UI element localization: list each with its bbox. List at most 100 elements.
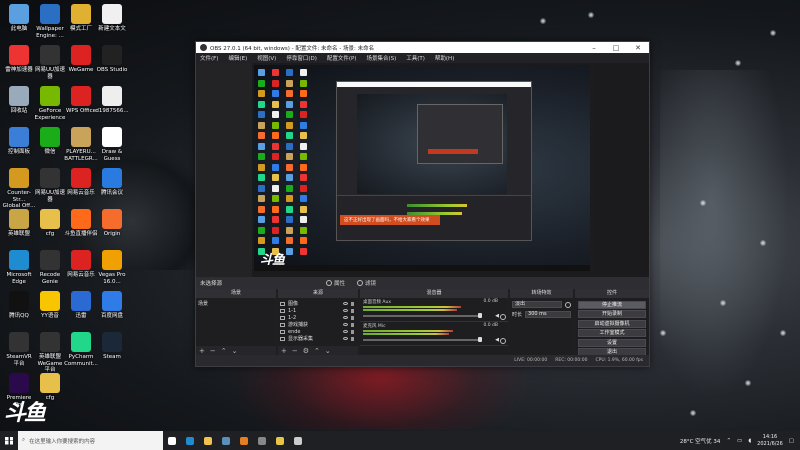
- volume-slider[interactable]: [363, 315, 478, 317]
- desktop-icon[interactable]: Steam: [95, 332, 129, 361]
- volume-slider-knob[interactable]: [478, 313, 482, 318]
- control-button[interactable]: 停止推流: [578, 300, 646, 309]
- minimize-button[interactable]: –: [583, 44, 605, 52]
- desktop-icon[interactable]: 网易云音乐: [64, 250, 98, 279]
- desktop-icon[interactable]: 英雄联盟WeGame 平台: [33, 332, 67, 374]
- control-button[interactable]: 工作室模式: [578, 329, 646, 337]
- remove-source-button[interactable]: −: [292, 347, 298, 355]
- visibility-eye-icon[interactable]: [343, 316, 348, 319]
- transition-select[interactable]: 淡出: [512, 301, 562, 308]
- control-button[interactable]: 启动虚拟摄像机: [578, 319, 646, 328]
- lock-icon[interactable]: [351, 308, 354, 313]
- desktop-icon[interactable]: 网易UU加速 器: [33, 168, 67, 203]
- lock-icon[interactable]: [351, 336, 354, 341]
- desktop-icon[interactable]: GeForce Experience: [33, 86, 67, 121]
- desktop-icon[interactable]: cfg: [33, 209, 67, 238]
- desktop-icon[interactable]: Counter-Str... Global Off...: [2, 168, 36, 210]
- desktop-icon[interactable]: 雷神加速器: [2, 45, 36, 74]
- speaker-icon[interactable]: ◀: [495, 313, 499, 319]
- lock-icon[interactable]: [351, 322, 354, 327]
- desktop-icon[interactable]: 模式工厂: [64, 4, 98, 33]
- desktop-icon[interactable]: 此电脑: [2, 4, 36, 33]
- desktop-icon[interactable]: Wallpaper Engine: ...: [33, 4, 67, 39]
- clock[interactable]: 14:16 2021/6/26: [757, 434, 783, 447]
- visibility-eye-icon[interactable]: [343, 302, 348, 305]
- menu-item[interactable]: 工具(T): [406, 54, 425, 62]
- desktop-icon[interactable]: 英雄联盟: [2, 209, 36, 238]
- control-button[interactable]: 设置: [578, 338, 646, 347]
- desktop-icon[interactable]: WeGame: [64, 45, 98, 74]
- taskbar-app-edge[interactable]: [181, 431, 199, 450]
- menu-item[interactable]: 文件(F): [200, 54, 218, 62]
- network-icon[interactable]: ▭: [737, 438, 742, 444]
- desktop-icon[interactable]: YY语音: [33, 291, 67, 320]
- desktop-icon[interactable]: Microsoft Edge: [2, 250, 36, 285]
- duration-input[interactable]: 300 ms: [525, 311, 571, 318]
- source-item[interactable]: 游戏捕获: [280, 321, 356, 328]
- obs-titlebar[interactable]: OBS 27.0.1 (64 bit, windows) - 配置文件: 未命名…: [196, 42, 649, 53]
- gear-icon[interactable]: [500, 314, 506, 320]
- move-down-button[interactable]: ⌄: [325, 347, 331, 355]
- close-button[interactable]: ✕: [627, 44, 649, 52]
- source-item[interactable]: 1-1: [280, 307, 356, 314]
- source-item[interactable]: 1-2: [280, 314, 356, 321]
- add-source-button[interactable]: +: [281, 347, 287, 355]
- menu-item[interactable]: 视图(V): [257, 54, 276, 62]
- desktop-icon[interactable]: WPS Office: [64, 86, 98, 115]
- visibility-eye-icon[interactable]: [343, 337, 348, 340]
- menu-item[interactable]: 配置文件(P): [327, 54, 357, 62]
- desktop-icon[interactable]: 腾讯QQ: [2, 291, 36, 320]
- lock-icon[interactable]: [351, 329, 354, 334]
- taskbar-app-obs[interactable]: [289, 431, 307, 450]
- volume-slider[interactable]: [363, 339, 478, 341]
- start-button[interactable]: [0, 431, 18, 450]
- weather-widget[interactable]: 28°C 空气优 34: [680, 437, 721, 445]
- desktop-icon[interactable]: SteamVR 平台: [2, 332, 36, 367]
- visibility-eye-icon[interactable]: [343, 330, 348, 333]
- visibility-eye-icon[interactable]: [343, 323, 348, 326]
- taskbar-app-app-orange[interactable]: [235, 431, 253, 450]
- gear-icon[interactable]: [565, 301, 571, 308]
- desktop-icon[interactable]: 百度网盘: [95, 291, 129, 320]
- desktop-icon[interactable]: PLAYERU... BATTLEGR...: [64, 127, 98, 162]
- move-up-button[interactable]: ⌃: [221, 347, 227, 355]
- move-down-button[interactable]: ⌄: [232, 347, 238, 355]
- volume-slider-knob[interactable]: [478, 337, 482, 342]
- tray-arrow-icon[interactable]: ⌃: [726, 438, 731, 444]
- taskbar-app-steam[interactable]: [217, 431, 235, 450]
- source-item[interactable]: 图像: [280, 300, 356, 307]
- desktop-icon[interactable]: d1987566...: [95, 86, 129, 115]
- taskbar-app-file-explorer[interactable]: [199, 431, 217, 450]
- desktop-icon[interactable]: 网易云音乐: [64, 168, 98, 197]
- desktop-icon[interactable]: 网易UU加速器: [33, 45, 67, 80]
- maximize-button[interactable]: □: [605, 44, 627, 52]
- desktop-icon[interactable]: Draw & Guess: [95, 127, 129, 162]
- menu-item[interactable]: 编辑(E): [228, 54, 247, 62]
- preview-scrollbar[interactable]: [590, 65, 594, 271]
- desktop-icon[interactable]: 微信: [33, 127, 67, 156]
- desktop-icon[interactable]: 腾讯会议: [95, 168, 129, 197]
- desktop-icon[interactable]: OBS Studio: [95, 45, 129, 74]
- desktop-icon[interactable]: PyCharm Communit...: [64, 332, 98, 367]
- menu-item[interactable]: 停靠窗口(D): [286, 54, 317, 62]
- desktop-icon[interactable]: Origin: [95, 209, 129, 238]
- move-up-button[interactable]: ⌃: [314, 347, 320, 355]
- control-button[interactable]: 开始录制: [578, 310, 646, 318]
- taskbar-app-app-grey[interactable]: [253, 431, 271, 450]
- speaker-icon[interactable]: ◀: [495, 337, 499, 343]
- taskbar-search[interactable]: ⌕ 在这里输入你要搜索的内容: [18, 431, 163, 450]
- gear-icon[interactable]: [500, 338, 506, 344]
- source-settings-icon[interactable]: ⚙: [303, 347, 309, 355]
- filters-button[interactable]: 滤镜: [357, 279, 376, 287]
- desktop-icon[interactable]: 斗鱼直播伴侣: [64, 209, 98, 238]
- properties-button[interactable]: 属性: [326, 279, 345, 287]
- scene-item[interactable]: 场景: [198, 300, 274, 307]
- desktop-icon[interactable]: 新建文本文: [95, 4, 129, 33]
- desktop-icon[interactable]: 迅雷: [64, 291, 98, 320]
- notification-icon[interactable]: ▢: [789, 438, 794, 444]
- visibility-eye-icon[interactable]: [343, 309, 348, 312]
- source-item[interactable]: ende: [280, 328, 356, 335]
- menu-item[interactable]: 帮助(H): [435, 54, 454, 62]
- taskbar-app-app-yellow[interactable]: [271, 431, 289, 450]
- desktop-icon[interactable]: 回收站: [2, 86, 36, 115]
